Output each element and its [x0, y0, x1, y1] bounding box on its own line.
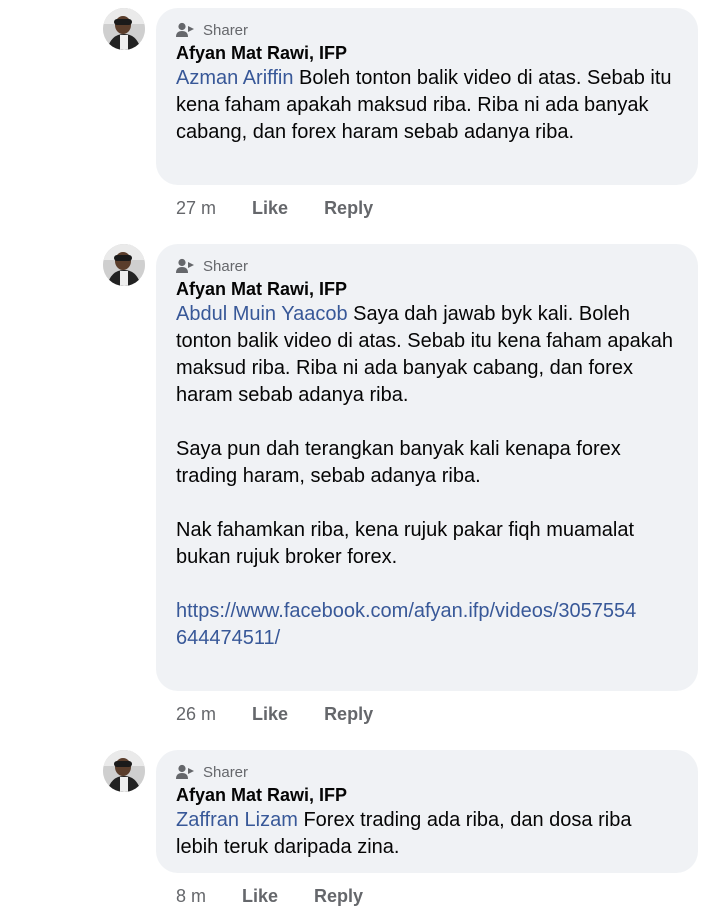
avatar-image — [103, 750, 145, 792]
comment-paragraph: Saya pun dah terangkan banyak kali kenap… — [176, 438, 627, 487]
sharer-badge: Sharer — [176, 256, 678, 276]
comment-bubble: Sharer Afyan Mat Rawi, IFP Zaffran Lizam… — [156, 750, 698, 873]
mention-link[interactable]: Abdul Muin Yaacob — [176, 303, 348, 325]
comment-actions: 26 m Like Reply — [176, 704, 373, 725]
reply-button[interactable]: Reply — [324, 198, 373, 219]
comment-text: Azman Ariffin Boleh tonton balik video d… — [176, 65, 678, 146]
like-button[interactable]: Like — [252, 704, 288, 725]
avatar[interactable] — [103, 244, 145, 286]
comment-text: Abdul Muin Yaacob Saya dah jawab byk kal… — [176, 301, 678, 409]
avatar[interactable] — [103, 8, 145, 50]
like-button[interactable]: Like — [252, 198, 288, 219]
mention-link[interactable]: Zaffran Lizam — [176, 809, 298, 831]
avatar-image — [103, 244, 145, 286]
comment-bubble: Sharer Afyan Mat Rawi, IFP Azman Ariffin… — [156, 8, 698, 185]
avatar-image — [103, 8, 145, 50]
reply-button[interactable]: Reply — [314, 886, 363, 907]
sharer-icon — [176, 22, 195, 38]
badge-label: Sharer — [203, 257, 249, 275]
comment-paragraph: Nak fahamkan riba, kena rujuk pakar fiqh… — [176, 519, 640, 568]
avatar[interactable] — [103, 750, 145, 792]
sharer-badge: Sharer — [176, 762, 678, 782]
timestamp[interactable]: 27 m — [176, 198, 216, 219]
comment-actions: 27 m Like Reply — [176, 198, 373, 219]
timestamp[interactable]: 26 m — [176, 704, 216, 725]
author-name[interactable]: Afyan Mat Rawi, IFP — [176, 41, 678, 65]
comment-actions: 8 m Like Reply — [176, 886, 363, 907]
author-name[interactable]: Afyan Mat Rawi, IFP — [176, 783, 678, 807]
sharer-icon — [176, 258, 195, 274]
badge-label: Sharer — [203, 763, 249, 781]
video-link[interactable]: https://www.facebook.com/afyan.ifp/video… — [176, 598, 646, 652]
author-name[interactable]: Afyan Mat Rawi, IFP — [176, 277, 678, 301]
sharer-icon — [176, 764, 195, 780]
like-button[interactable]: Like — [242, 886, 278, 907]
timestamp[interactable]: 8 m — [176, 886, 206, 907]
sharer-badge: Sharer — [176, 20, 678, 40]
comment-text: Zaffran Lizam Forex trading ada riba, da… — [176, 807, 678, 861]
mention-link[interactable]: Azman Ariffin — [176, 67, 293, 89]
reply-button[interactable]: Reply — [324, 704, 373, 725]
badge-label: Sharer — [203, 21, 249, 39]
comment-bubble: Sharer Afyan Mat Rawi, IFP Abdul Muin Ya… — [156, 244, 698, 691]
